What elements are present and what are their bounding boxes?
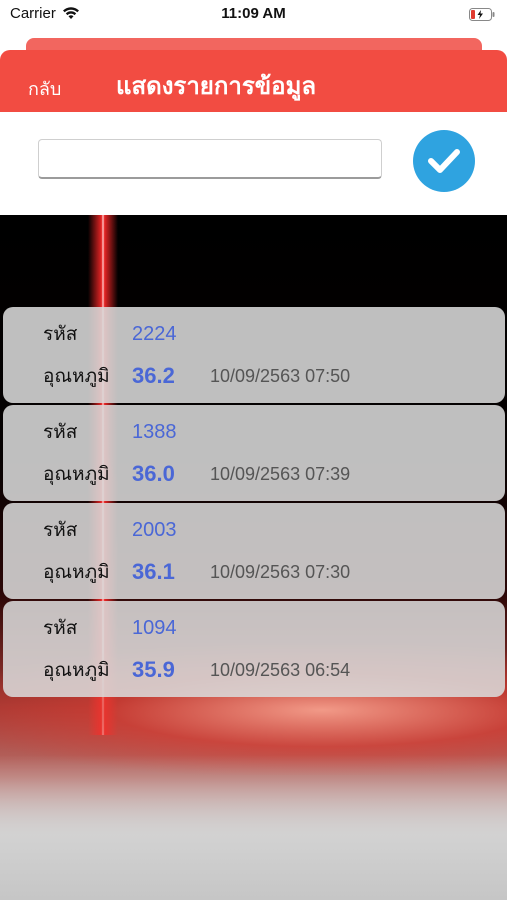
list-item[interactable]: รหัส 2224 อุณหภูมิ 36.2 10/09/2563 07:50 [3, 307, 505, 403]
temperature-label: อุณหภูมิ [43, 561, 110, 583]
record-datetime: 10/09/2563 06:54 [210, 660, 351, 680]
record-datetime: 10/09/2563 07:39 [210, 464, 351, 484]
code-label: รหัส [43, 421, 78, 443]
temperature-value: 36.1 [132, 559, 175, 584]
list-item[interactable]: รหัส 2003 อุณหภูมิ 36.1 10/09/2563 07:30 [3, 503, 505, 599]
background-fade [0, 755, 507, 900]
code-label: รหัส [43, 323, 78, 345]
temperature-value: 36.0 [132, 461, 175, 486]
code-value: 2224 [132, 323, 177, 345]
nav-header: กลับ แสดงรายการข้อมูล [0, 50, 507, 112]
code-value: 2003 [132, 519, 177, 541]
record-list: รหัส 2224 อุณหภูมิ 36.2 10/09/2563 07:50… [3, 307, 505, 699]
temperature-value: 35.9 [132, 657, 175, 682]
back-button[interactable]: กลับ [28, 74, 61, 103]
code-value: 1094 [132, 617, 177, 639]
temperature-label: อุณหภูมิ [43, 463, 110, 485]
code-value: 1388 [132, 421, 177, 443]
list-item[interactable]: รหัส 1094 อุณหภูมิ 35.9 10/09/2563 06:54 [3, 601, 505, 697]
search-row [0, 112, 507, 215]
check-icon [428, 149, 460, 173]
battery-charging-icon [469, 7, 495, 25]
confirm-button[interactable] [413, 130, 475, 192]
temperature-value: 36.2 [132, 363, 175, 388]
temperature-label: อุณหภูมิ [43, 659, 110, 681]
record-datetime: 10/09/2563 07:50 [210, 366, 351, 386]
code-label: รหัส [43, 519, 78, 541]
list-item[interactable]: รหัส 1388 อุณหภูมิ 36.0 10/09/2563 07:39 [3, 405, 505, 501]
clock-time: 11:09 AM [221, 5, 286, 22]
page-title: แสดงรายการข้อมูล [116, 72, 317, 100]
search-input[interactable] [38, 139, 382, 179]
code-label: รหัส [43, 617, 78, 639]
status-bar: Carrier 11:09 AM [0, 0, 507, 30]
record-datetime: 10/09/2563 07:30 [210, 562, 351, 582]
temperature-label: อุณหภูมิ [43, 365, 110, 387]
